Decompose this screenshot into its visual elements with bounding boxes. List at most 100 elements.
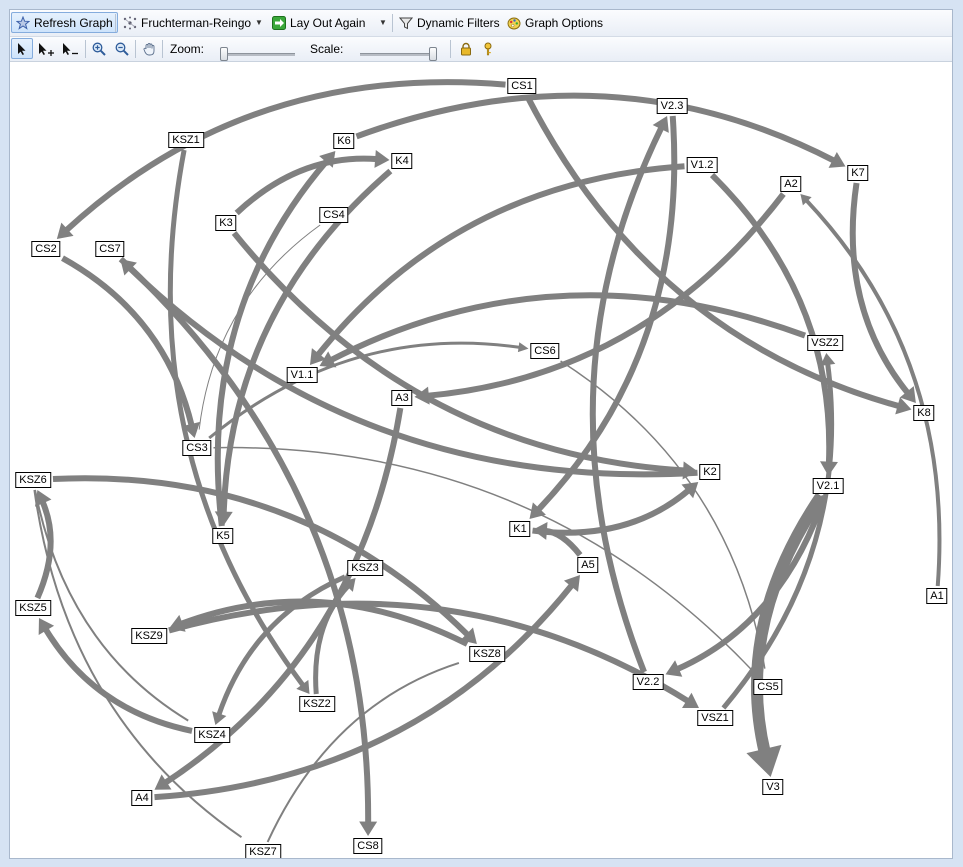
graph-node[interactable]: CS2 [31,241,61,257]
remove-from-selection-icon [61,42,79,56]
add-to-selection-icon [37,42,55,56]
zoom-slider-thumb[interactable] [220,47,228,61]
graph-node[interactable]: V1.1 [286,367,318,383]
graph-node[interactable]: KSZ6 [15,472,51,488]
scale-slider[interactable] [360,47,437,61]
scale-label: Scale: [306,38,347,59]
graph-edge[interactable] [709,172,833,464]
graph-edge[interactable] [198,224,321,430]
graph-node[interactable]: VSZ1 [697,710,733,726]
lay-out-again-button[interactable]: Lay Out Again [268,12,369,33]
graph-node[interactable]: K3 [215,215,237,231]
zoom-label: Zoom: [166,38,208,59]
graph-edge[interactable] [34,489,189,722]
graph-edge[interactable] [524,94,901,410]
help-key-button[interactable] [477,38,499,59]
graph-node[interactable]: A3 [391,390,413,406]
graph-node[interactable]: KSZ9 [131,628,167,644]
layout-algorithm-icon [123,16,137,30]
zoom-out-button[interactable] [111,38,133,59]
graph-node[interactable]: KSZ3 [347,560,383,576]
graph-node[interactable]: CS7 [95,241,125,257]
graph-node[interactable]: V2.1 [812,478,844,494]
graph-edge[interactable] [329,292,807,364]
toolbar-separator [85,40,86,58]
graph-node[interactable]: V2.3 [656,98,688,114]
zoom-label-text: Zoom: [170,41,205,56]
refresh-graph-button[interactable]: Refresh Graph [11,12,118,33]
graph-edge[interactable] [216,574,347,717]
graph-node[interactable]: KSZ7 [245,844,281,858]
graph-node[interactable]: K5 [212,528,234,544]
graph-canvas[interactable]: CS1 V2.3 KSZ1 K6 K4 V1.2 K7 A2 CS4 K3 CS2 CS7 VSZ2 CS… [10,62,952,858]
lay-out-again-dropdown[interactable]: ▼ [377,12,389,33]
layout-algorithm-dropdown[interactable]: Fruchterman-Reingo ▼ [119,12,267,33]
lock-layout-button[interactable] [455,38,477,59]
graph-node[interactable]: K4 [391,153,413,169]
graph-node[interactable]: KSZ1 [168,132,204,148]
graph-node[interactable]: CS3 [182,440,212,456]
graph-node[interactable]: CS8 [353,838,383,854]
remove-from-selection-button[interactable] [57,38,81,59]
graph-node[interactable]: VSZ2 [807,335,843,351]
graph-options-button[interactable]: Graph Options [503,12,607,33]
edge-arrowhead [517,342,529,353]
graph-node[interactable]: KSZ8 [469,646,505,662]
graph-node[interactable]: CS6 [530,343,560,359]
zoom-slider[interactable] [220,47,295,61]
graph-node[interactable]: KSZ2 [299,696,335,712]
graph-edges [33,79,942,843]
graph-edge[interactable] [168,600,691,705]
graph-node[interactable]: K6 [333,133,355,149]
graph-edge[interactable] [532,487,691,536]
graph-node[interactable]: KSZ5 [15,600,51,616]
graph-node[interactable]: KSZ4 [194,727,230,743]
pan-hand-icon [143,42,157,56]
graph-edge[interactable] [849,182,911,396]
zoom-in-button[interactable] [88,38,110,59]
graph-node[interactable]: K8 [913,405,935,421]
graph-node[interactable]: V2.2 [632,674,664,690]
graph-options-label: Graph Options [525,15,604,30]
graph-edge[interactable] [63,79,506,233]
pan-tool-button[interactable] [139,38,161,59]
graph-edge[interactable] [33,489,243,839]
lay-out-again-label: Lay Out Again [290,15,366,30]
graph-node[interactable]: K2 [699,464,721,480]
graph-node[interactable]: A5 [577,557,599,573]
edge-arrowhead [820,353,836,366]
edge-arrowhead [532,521,548,540]
scale-slider-thumb[interactable] [429,47,437,61]
graph-node[interactable]: A1 [926,588,948,604]
graph-node[interactable]: CS4 [319,207,349,223]
lock-icon [459,42,473,56]
graph-window: Refresh Graph Fruchterman-Reingo ▼ Lay O… [9,9,953,859]
navigation-toolbar: Zoom: Scale: [10,37,952,62]
refresh-graph-icon [16,15,30,30]
dynamic-filters-button[interactable]: Dynamic Filters [395,12,504,33]
graph-node[interactable]: CS5 [753,679,783,695]
select-pointer-icon [15,42,29,56]
chevron-down-icon: ▼ [379,18,387,27]
layout-again-icon [272,15,286,30]
graph-node[interactable]: K1 [509,521,531,537]
select-tool-button[interactable] [11,38,33,59]
graph-node[interactable]: V1.2 [686,157,718,173]
graph-node[interactable]: V3 [762,779,784,795]
graph-edge[interactable] [721,362,835,710]
key-help-icon [481,42,495,56]
chevron-down-icon: ▼ [255,18,263,27]
toolbar-separator [135,40,136,58]
filter-funnel-icon [399,16,413,30]
toolbar-separator [162,40,163,58]
graph-node[interactable]: K7 [847,165,869,181]
add-to-selection-button[interactable] [33,38,57,59]
graph-edge[interactable] [213,446,754,672]
graph-node[interactable]: A2 [780,176,802,192]
toolbar-separator [450,40,451,58]
graph-edge[interactable] [589,125,665,674]
graph-edge[interactable] [355,92,837,164]
toolbar-separator [115,14,116,32]
graph-node[interactable]: CS1 [507,78,537,94]
graph-node[interactable]: A4 [131,790,153,806]
